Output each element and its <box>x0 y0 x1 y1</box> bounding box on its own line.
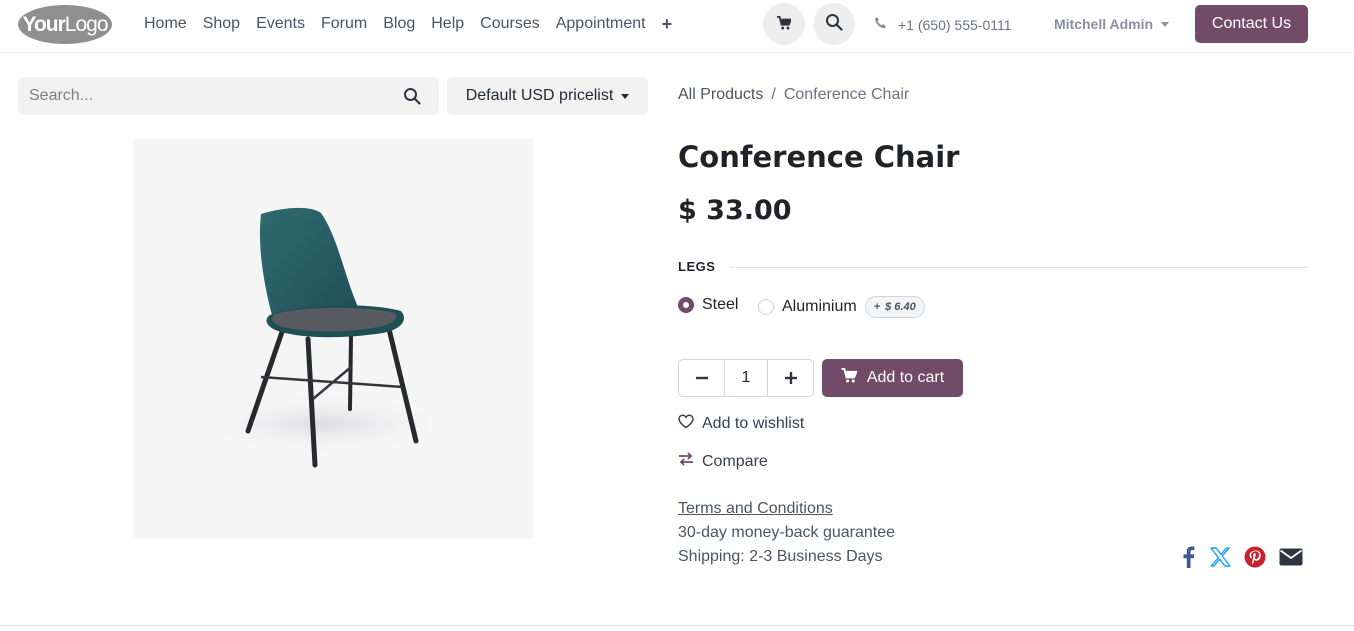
minus-icon <box>695 376 708 380</box>
compare-label: Compare <box>702 452 768 470</box>
nav-item-home[interactable]: Home <box>144 14 187 34</box>
cart-button[interactable] <box>763 3 805 45</box>
price-extra-value: $ 6.40 <box>885 301 916 313</box>
quantity-decrease-button[interactable] <box>679 360 724 396</box>
main-nav: Home Shop Events Forum Blog Help Courses… <box>144 14 688 34</box>
cart-icon <box>841 368 858 388</box>
terms-link[interactable]: Terms and Conditions <box>678 500 833 518</box>
option-aluminium[interactable]: Aluminium + $ 6.40 <box>758 296 925 318</box>
attribute-label: LEGS <box>678 259 716 274</box>
nav-item-help[interactable]: Help <box>431 14 464 34</box>
pinterest-icon[interactable] <box>1243 545 1267 569</box>
chevron-down-icon <box>1161 21 1170 27</box>
x-icon[interactable] <box>1208 545 1232 569</box>
wishlist-label: Add to wishlist <box>702 415 805 432</box>
compare-button[interactable]: Compare <box>678 452 768 471</box>
search-toggle-button[interactable] <box>813 3 855 45</box>
phone-number: +1 (650) 555-0111 <box>898 16 1012 33</box>
breadcrumb-separator: / <box>771 86 776 103</box>
nav-item-forum[interactable]: Forum <box>321 14 367 34</box>
breadcrumb-all-products[interactable]: All Products <box>678 86 763 104</box>
logo-text-bold: Your <box>22 12 66 36</box>
facebook-icon[interactable] <box>1176 545 1200 569</box>
product-price: $ 33.00 <box>678 195 792 226</box>
nav-item-courses[interactable]: Courses <box>480 14 540 34</box>
search-input[interactable] <box>18 77 388 115</box>
site-header: Your Logo Home Shop Events Forum Blog Hel… <box>0 0 1354 53</box>
product-search <box>18 77 439 115</box>
nav-item-shop[interactable]: Shop <box>203 14 240 34</box>
breadcrumb: All Products / Conference Chair <box>678 86 909 104</box>
chair-illustration <box>203 207 443 468</box>
email-icon[interactable] <box>1279 545 1303 569</box>
price-extra-badge: + $ 6.40 <box>864 296 925 318</box>
cart-icon <box>777 15 793 34</box>
quantity-input[interactable]: 1 <box>724 360 768 396</box>
contact-us-button[interactable]: Contact Us <box>1195 5 1308 43</box>
add-to-cart-button[interactable]: Add to cart <box>822 359 963 397</box>
option-steel-label: Steel <box>702 296 739 313</box>
user-name: Mitchell Admin <box>1054 16 1154 32</box>
price-extra-sign: + <box>873 301 881 313</box>
footer-divider <box>0 625 1354 626</box>
user-menu[interactable]: Mitchell Admin <box>1054 16 1170 32</box>
option-aluminium-label: Aluminium <box>782 298 857 315</box>
phone-icon <box>874 16 888 33</box>
breadcrumb-current: Conference Chair <box>783 86 910 103</box>
product-title: Conference Chair <box>678 140 960 174</box>
nav-item-blog[interactable]: Blog <box>383 14 415 34</box>
logo-text-light: Logo <box>64 12 109 36</box>
site-logo[interactable]: Your Logo <box>18 5 112 44</box>
chevron-down-icon <box>621 93 630 99</box>
compare-icon <box>678 452 694 471</box>
quantity-stepper: 1 <box>678 359 814 397</box>
phone-link[interactable]: +1 (650) 555-0111 <box>874 16 1012 33</box>
heart-icon <box>678 414 694 434</box>
add-to-wishlist-button[interactable]: Add to wishlist <box>678 414 804 434</box>
option-steel[interactable]: Steel <box>678 296 738 314</box>
search-submit-icon[interactable] <box>403 87 421 109</box>
search-icon <box>825 13 843 35</box>
radio-steel[interactable] <box>678 297 694 313</box>
add-to-cart-label: Add to cart <box>866 369 945 386</box>
nav-more-button[interactable]: + <box>662 14 673 34</box>
attribute-divider <box>730 267 1308 268</box>
nav-item-events[interactable]: Events <box>256 14 305 34</box>
plus-icon <box>784 372 797 384</box>
product-image[interactable] <box>133 139 533 539</box>
shipping-text: Shipping: 2-3 Business Days <box>678 548 883 565</box>
quantity-increase-button[interactable] <box>768 360 813 396</box>
nav-item-appointment[interactable]: Appointment <box>556 14 646 34</box>
pricelist-dropdown[interactable]: Default USD pricelist <box>447 77 648 115</box>
radio-aluminium[interactable] <box>758 299 774 315</box>
guarantee-text: 30-day money-back guarantee <box>678 524 896 541</box>
pricelist-label: Default USD pricelist <box>465 87 614 104</box>
